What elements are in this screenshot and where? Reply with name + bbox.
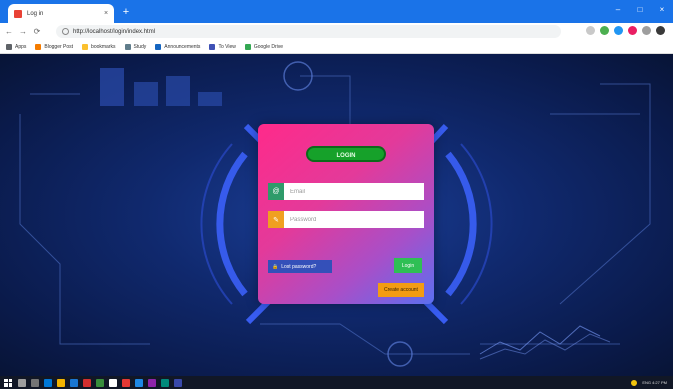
page-icon [155, 43, 162, 50]
tab-title: Log in [27, 10, 44, 17]
password-icon: ✎ [268, 211, 284, 228]
bookmark-item[interactable]: To View [209, 43, 236, 50]
email-icon: @ [268, 183, 284, 200]
minimize-button[interactable]: – [613, 4, 623, 16]
window-controls: – □ × [613, 4, 667, 16]
close-tab-icon[interactable]: × [101, 10, 111, 17]
extensions-area [586, 26, 665, 35]
email-input[interactable] [284, 183, 424, 200]
new-tab-button[interactable]: + [120, 6, 132, 18]
os-taskbar: ENG 4:27 PM [0, 376, 673, 389]
task-view-icon[interactable] [31, 378, 39, 387]
app-icon[interactable] [135, 378, 143, 387]
address-bar[interactable]: http://localhost/login/index.html [56, 25, 561, 38]
weather-icon[interactable] [631, 379, 638, 386]
forward-button[interactable]: → [18, 27, 28, 36]
login-title: LOGIN [306, 146, 386, 162]
start-button[interactable] [4, 378, 12, 387]
decor-bar [134, 82, 158, 106]
folder-icon [82, 43, 89, 50]
decor-chart-line [479, 333, 611, 360]
app-icon[interactable] [148, 378, 156, 387]
decor-chart-line [479, 325, 601, 355]
extension-icon[interactable] [628, 26, 637, 35]
password-input[interactable] [284, 211, 424, 228]
star-icon[interactable] [586, 26, 595, 35]
login-button[interactable]: Login [394, 258, 422, 273]
maximize-button[interactable]: □ [635, 4, 645, 16]
globe-icon [124, 43, 131, 50]
extension-icon[interactable] [642, 26, 651, 35]
close-window-button[interactable]: × [657, 4, 667, 16]
bookmark-icon [209, 43, 216, 50]
browser-toolbar: ← → ⟳ http://localhost/login/index.html [0, 23, 673, 40]
file-explorer-icon[interactable] [57, 378, 65, 387]
bookmark-item[interactable]: Announcements [155, 43, 200, 50]
login-card: LOGIN @ ✎ 🔒 Lost password? Login Create … [258, 124, 434, 304]
decor-bar [198, 92, 222, 106]
bookmarks-bar: Apps Blogger Post bookmarks Study Announ… [0, 40, 673, 54]
powerpoint-icon[interactable] [83, 378, 91, 387]
create-account-button[interactable]: Create account [378, 283, 424, 297]
lost-password-button[interactable]: 🔒 Lost password? [268, 260, 332, 273]
chrome-icon[interactable] [109, 378, 117, 387]
reload-button[interactable]: ⟳ [32, 27, 42, 36]
extension-icon[interactable] [614, 26, 623, 35]
browser-tab[interactable]: Log in × [8, 4, 114, 23]
bookmark-item[interactable]: Study [124, 43, 146, 50]
app-icon[interactable] [122, 378, 130, 387]
search-icon[interactable] [18, 378, 26, 387]
favicon-icon [14, 9, 22, 18]
browser-tabstrip: Log in × + – □ × [0, 0, 673, 23]
lost-password-label: Lost password? [281, 263, 317, 270]
excel-icon[interactable] [96, 378, 104, 387]
bookmark-item[interactable]: bookmarks [82, 43, 116, 50]
decor-bar [166, 76, 190, 106]
bookmark-item[interactable]: Blogger Post [35, 43, 73, 50]
blogger-icon [35, 43, 42, 50]
decor-bar [100, 68, 124, 106]
app-icon[interactable] [161, 378, 169, 387]
email-field: @ [268, 183, 424, 200]
drive-icon [244, 43, 251, 50]
bookmark-item[interactable]: Apps [6, 43, 26, 50]
word-icon[interactable] [70, 378, 78, 387]
page-background: LOGIN @ ✎ 🔒 Lost password? Login Create … [0, 54, 673, 376]
apps-icon [6, 43, 12, 50]
bookmark-item[interactable]: Google Drive [244, 43, 283, 50]
address-text: http://localhost/login/index.html [73, 28, 156, 35]
profile-avatar[interactable] [656, 26, 665, 35]
site-info-icon[interactable] [62, 28, 69, 35]
system-tray: ENG 4:27 PM [631, 376, 667, 389]
lock-icon: 🔒 [272, 263, 279, 270]
back-button[interactable]: ← [4, 27, 14, 36]
tray-clock[interactable]: ENG 4:27 PM [642, 380, 667, 385]
password-field: ✎ [268, 211, 424, 228]
extension-icon[interactable] [600, 26, 609, 35]
edge-icon[interactable] [44, 378, 52, 387]
vscode-icon[interactable] [174, 378, 182, 387]
